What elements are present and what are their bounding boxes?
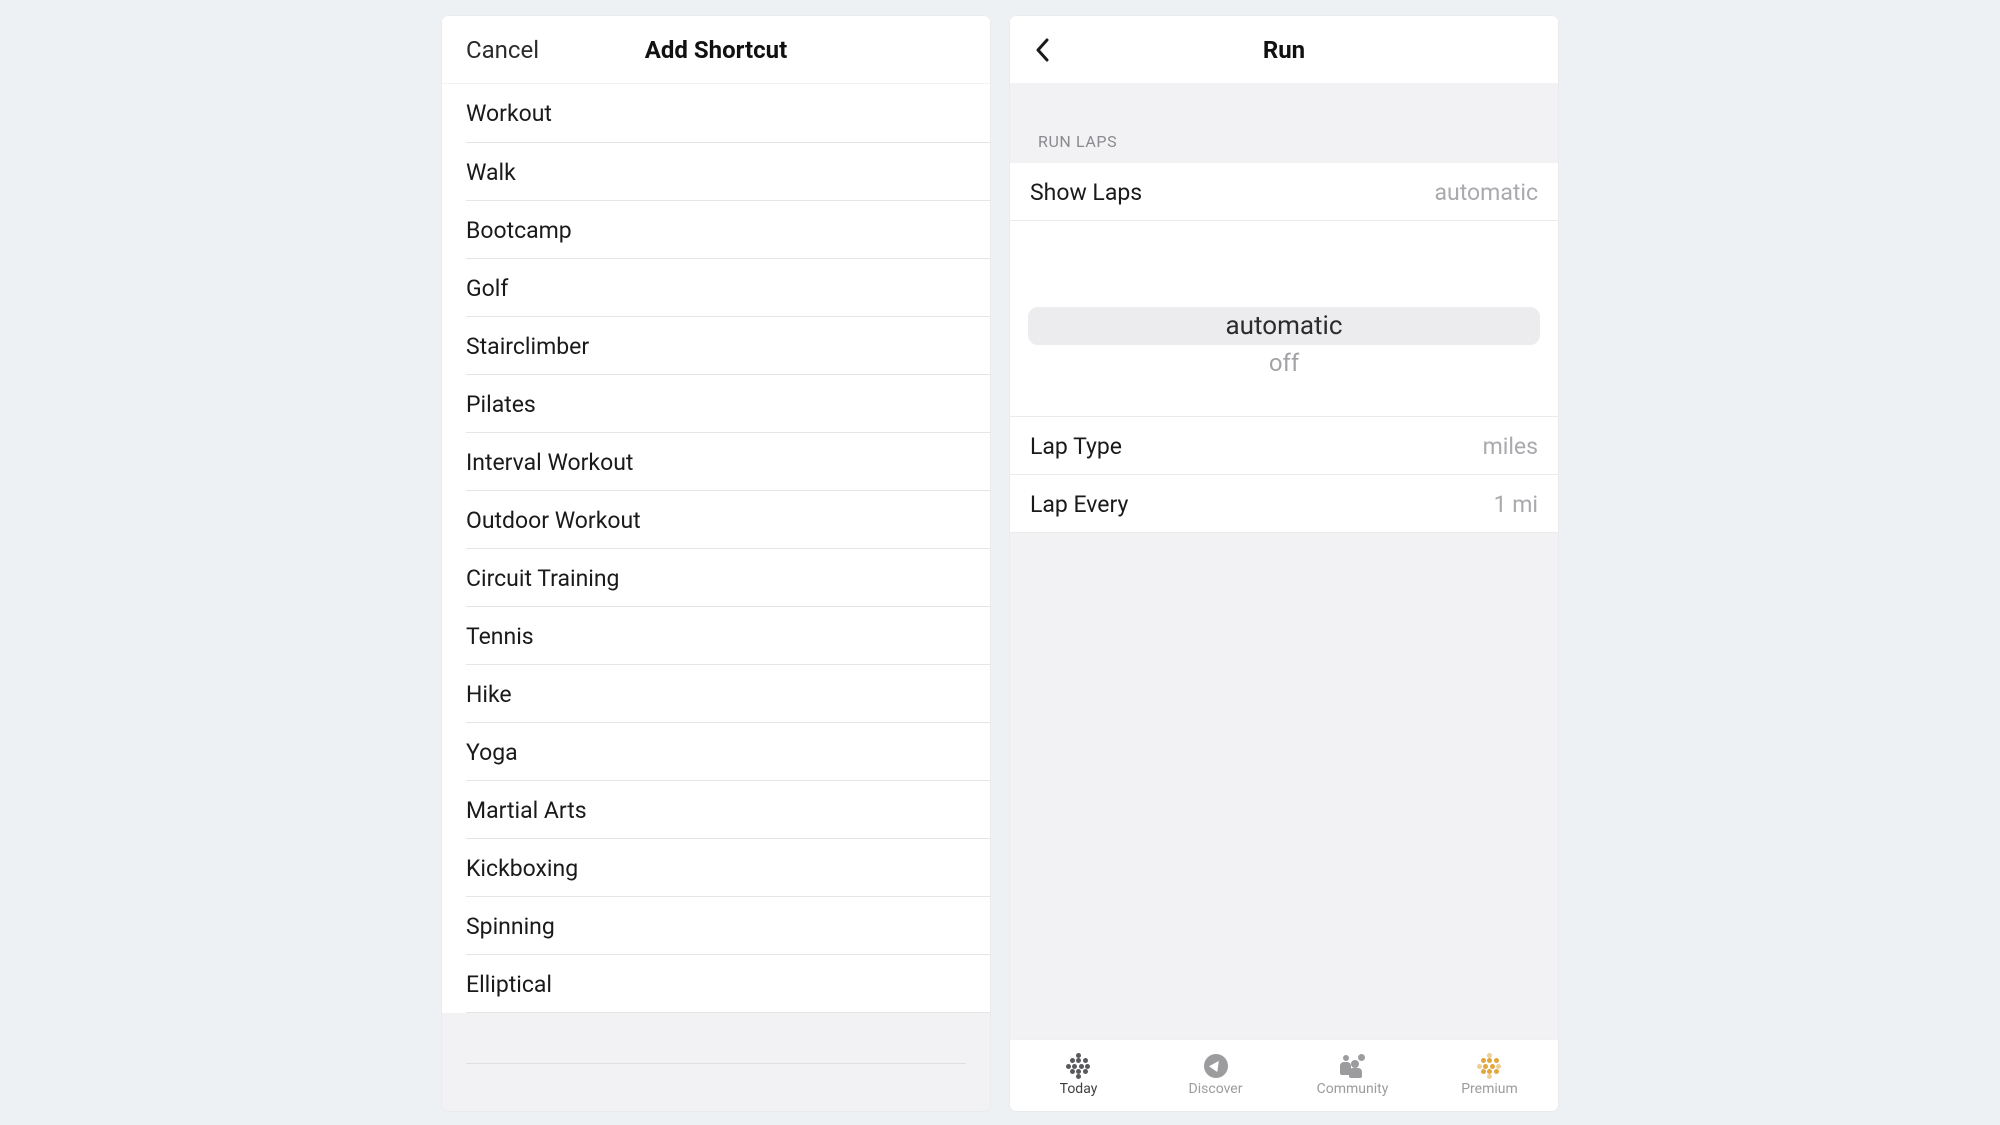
list-item[interactable]: Outdoor Workout (442, 491, 990, 549)
tab-today[interactable]: Today (1010, 1040, 1147, 1111)
list-item[interactable]: Pilates (442, 375, 990, 433)
list-item[interactable]: Elliptical (442, 955, 990, 1013)
list-item[interactable]: Hike (442, 665, 990, 723)
back-button[interactable] (1028, 35, 1058, 65)
list-item[interactable]: Stairclimber (442, 317, 990, 375)
picker-selected[interactable]: automatic (1028, 307, 1540, 345)
cancel-button[interactable]: Cancel (466, 36, 539, 64)
shortcut-list: WorkoutWalkBootcampGolfStairclimberPilat… (442, 84, 990, 1013)
list-footer-space (442, 1013, 990, 1111)
fitbit-icon (1065, 1054, 1093, 1078)
navbar-add-shortcut: Cancel Add Shortcut (442, 16, 990, 84)
page-title: Add Shortcut (645, 36, 787, 64)
list-item[interactable]: Kickboxing (442, 839, 990, 897)
community-icon (1339, 1054, 1367, 1078)
lap-type-value: miles (1483, 433, 1538, 460)
lap-type-label: Lap Type (1030, 433, 1122, 460)
phone-right: Run RUN LAPS Show Laps automatic automat… (1010, 16, 1558, 1111)
list-item[interactable]: Tennis (442, 607, 990, 665)
lap-every-row[interactable]: Lap Every 1 mi (1010, 475, 1558, 533)
premium-icon (1476, 1054, 1504, 1078)
tab-label: Today (1060, 1081, 1098, 1097)
show-laps-value: automatic (1435, 179, 1538, 206)
tab-label: Discover (1189, 1081, 1243, 1097)
list-item[interactable]: Circuit Training (442, 549, 990, 607)
lap-type-row[interactable]: Lap Type miles (1010, 417, 1558, 475)
tab-discover[interactable]: Discover (1147, 1040, 1284, 1111)
tab-premium[interactable]: Premium (1421, 1040, 1558, 1111)
list-item[interactable]: Interval Workout (442, 433, 990, 491)
screens-container: Cancel Add Shortcut WorkoutWalkBootcampG… (442, 16, 1558, 1111)
list-item[interactable]: Martial Arts (442, 781, 990, 839)
tab-label: Community (1317, 1081, 1389, 1097)
tab-label: Premium (1461, 1081, 1518, 1097)
section-header-run-laps: RUN LAPS (1010, 84, 1558, 163)
show-laps-label: Show Laps (1030, 179, 1142, 206)
tab-bar: Today Discover Community (1010, 1039, 1558, 1111)
lap-every-label: Lap Every (1030, 491, 1128, 518)
show-laps-picker[interactable]: automatic off (1010, 221, 1558, 417)
chevron-left-icon (1035, 38, 1051, 62)
show-laps-row[interactable]: Show Laps automatic (1010, 163, 1558, 221)
lap-every-value: 1 mi (1494, 491, 1538, 518)
list-item[interactable]: Walk (442, 143, 990, 201)
list-item[interactable]: Spinning (442, 897, 990, 955)
picker-option-off[interactable]: off (1022, 349, 1546, 377)
phone-left: Cancel Add Shortcut WorkoutWalkBootcampG… (442, 16, 990, 1111)
list-item[interactable]: Golf (442, 259, 990, 317)
list-item[interactable]: Workout (442, 84, 990, 143)
show-laps-group: Show Laps automatic automatic off Lap Ty… (1010, 163, 1558, 533)
list-item[interactable]: Yoga (442, 723, 990, 781)
tab-community[interactable]: Community (1284, 1040, 1421, 1111)
navbar-run: Run (1010, 16, 1558, 84)
compass-icon (1202, 1054, 1230, 1078)
list-item[interactable]: Bootcamp (442, 201, 990, 259)
page-title: Run (1263, 36, 1305, 64)
